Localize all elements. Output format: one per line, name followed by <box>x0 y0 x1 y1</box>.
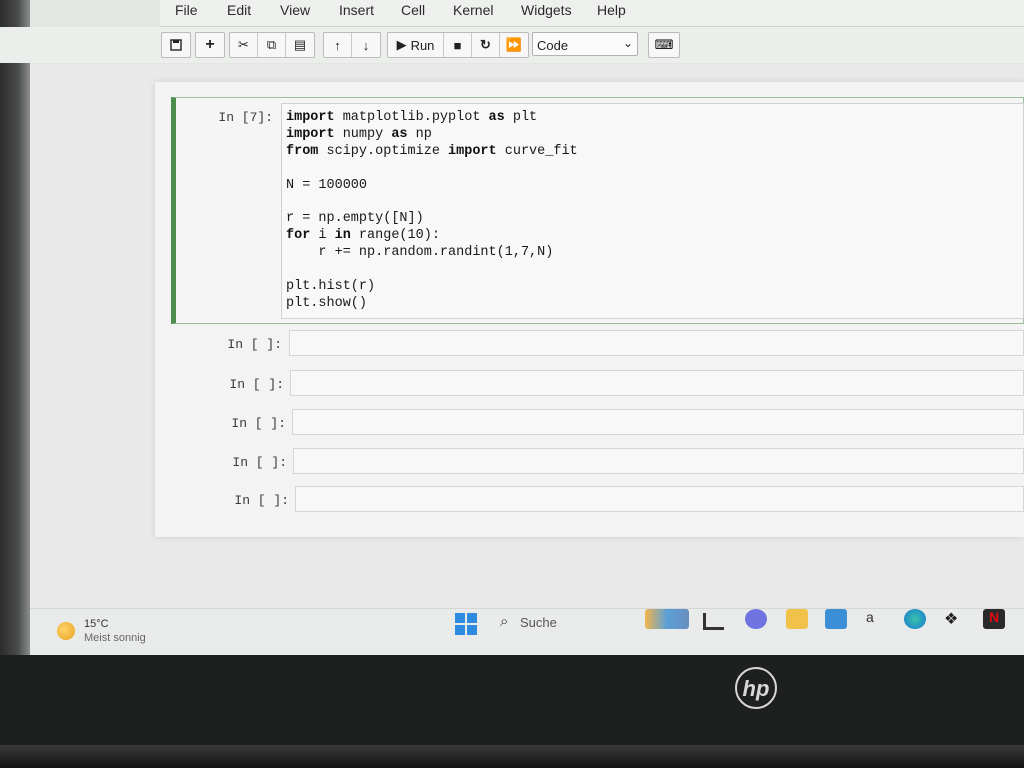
menu-widgets[interactable]: Widgets <box>521 2 572 18</box>
copy-icon: ⧉ <box>266 37 277 52</box>
move-down-button[interactable]: ↓ <box>352 33 380 57</box>
code-line: plt.hist(r) <box>286 279 376 295</box>
paste-button[interactable]: ▤ <box>286 33 314 57</box>
save-icon <box>170 39 182 51</box>
weather-description[interactable]: Meist sonnig <box>84 632 146 644</box>
search-icon[interactable]: ⌕ <box>500 613 508 630</box>
teams-icon[interactable] <box>745 609 767 629</box>
paste-icon: ▤ <box>293 37 307 52</box>
empty-cell-input[interactable] <box>295 486 1024 512</box>
menu-insert[interactable]: Insert <box>339 2 374 18</box>
menu-help[interactable]: Help <box>597 2 626 18</box>
toolbar-edit-group: ✂ ⧉ ▤ <box>229 32 315 58</box>
empty-cell-input[interactable] <box>289 330 1024 356</box>
empty-cell-input[interactable] <box>293 448 1024 474</box>
widgets-icon[interactable] <box>645 609 689 629</box>
code-line: plt.show() <box>286 295 368 311</box>
arrow-down-icon: ↓ <box>362 37 370 53</box>
run-label: Run <box>410 37 435 53</box>
toolbar-save-group <box>161 32 191 58</box>
edge-icon[interactable] <box>904 609 926 629</box>
screen-edge <box>0 0 30 655</box>
dropbox-icon[interactable]: ❖ <box>944 609 966 629</box>
restart-icon: ↻ <box>480 37 491 52</box>
plus-icon: + <box>205 36 215 53</box>
app-l-icon[interactable] <box>703 613 724 630</box>
toolbar-run-group: ▶ Run ■ ↻ ⏩ <box>387 32 529 58</box>
save-button[interactable] <box>162 33 190 57</box>
code-line: from scipy.optimize import curve_fit <box>286 143 578 159</box>
laptop-bottom-edge <box>0 745 1024 768</box>
empty-cell-prompt: In [ ]: <box>232 455 287 470</box>
cut-button[interactable]: ✂ <box>230 33 258 57</box>
netflix-icon[interactable]: N <box>983 609 1005 629</box>
move-up-button[interactable]: ↑ <box>324 33 352 57</box>
menu-edit[interactable]: Edit <box>227 2 251 18</box>
code-line: for i in range(10): <box>286 228 440 244</box>
laptop-screen: File Edit View Insert Cell Kernel Widget… <box>0 0 1024 655</box>
menu-kernel[interactable]: Kernel <box>453 2 493 18</box>
menu-file[interactable]: File <box>175 2 198 18</box>
toolbar-insert-group: + <box>195 32 225 58</box>
code-text: import matplotlib.pyplot as plt import n… <box>286 110 578 313</box>
code-line: import numpy as np <box>286 126 432 142</box>
command-palette-button[interactable]: ⌨ <box>648 32 680 58</box>
keyboard-icon: ⌨ <box>654 37 674 52</box>
arrow-up-icon: ↑ <box>334 37 341 53</box>
weather-temperature[interactable]: 15°C <box>84 618 109 630</box>
windows-start-icon[interactable] <box>455 613 477 635</box>
scissors-icon: ✂ <box>238 37 249 52</box>
taskbar-search-label[interactable]: Suche <box>520 615 557 630</box>
menu-bar: File Edit View Insert Cell Kernel Widget… <box>160 0 1024 27</box>
cell-type-select[interactable]: Code ⌄ <box>532 32 638 56</box>
empty-cell-prompt: In [ ]: <box>227 337 282 352</box>
empty-cell-input[interactable] <box>292 409 1024 435</box>
hp-logo: hp <box>735 667 777 709</box>
menu-view[interactable]: View <box>280 2 310 18</box>
empty-cell-prompt: In [ ]: <box>229 377 284 392</box>
cell-prompt: In [7]: <box>218 110 273 125</box>
restart-button[interactable]: ↻ <box>472 33 500 57</box>
copy-button[interactable]: ⧉ <box>258 33 286 57</box>
code-line: import matplotlib.pyplot as plt <box>286 110 538 125</box>
insert-cell-button[interactable]: + <box>196 33 224 57</box>
toolbar-move-group: ↑ ↓ <box>323 32 381 58</box>
file-explorer-icon[interactable] <box>786 609 808 629</box>
code-line: r = np.empty([N]) <box>286 211 424 227</box>
run-button[interactable]: ▶ Run <box>388 33 444 57</box>
code-line: N = 100000 <box>286 177 368 193</box>
empty-cell-input[interactable] <box>290 370 1024 396</box>
play-icon: ▶ <box>396 37 407 52</box>
menu-cell[interactable]: Cell <box>401 2 425 18</box>
cell-type-value: Code <box>537 38 569 53</box>
store-icon[interactable] <box>825 609 847 629</box>
interrupt-button[interactable]: ■ <box>444 33 472 57</box>
weather-sun-icon[interactable] <box>57 622 75 640</box>
run-all-button[interactable]: ⏩ <box>500 33 528 57</box>
amazon-icon[interactable]: a <box>866 609 880 629</box>
empty-cell-prompt: In [ ]: <box>234 493 289 508</box>
fast-forward-icon: ⏩ <box>505 37 523 52</box>
stop-icon: ■ <box>453 37 462 53</box>
chevron-down-icon: ⌄ <box>622 36 633 50</box>
code-line: r += np.random.randint(1,7,N) <box>286 245 554 261</box>
empty-cell-prompt: In [ ]: <box>231 416 286 431</box>
